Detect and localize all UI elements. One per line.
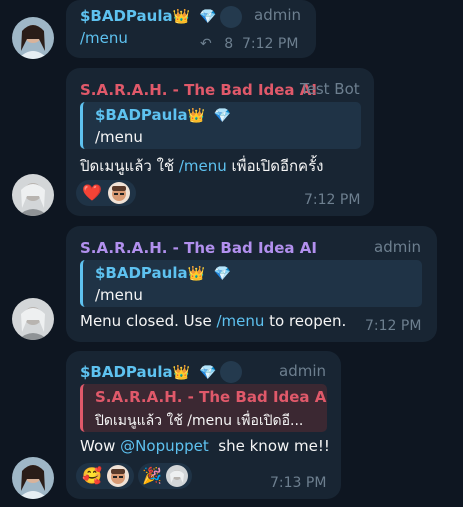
reactor-avatar: [166, 465, 188, 487]
avatar-badpaula[interactable]: [12, 457, 54, 499]
crown-emoji: 👑: [172, 9, 191, 25]
avatar-badpaula[interactable]: [12, 17, 54, 59]
reply-quote[interactable]: S.A.R.A.H. - The Bad Idea AI ปิดเมนูแล้ว…: [80, 384, 327, 432]
quote-sender: $BADPaula: [95, 264, 188, 282]
custom-emoji-icon: [220, 361, 242, 383]
message-bubble[interactable]: $BADPaula👑 💎 admin /menu ↶ 8 7:12 PM: [66, 0, 316, 58]
message-bubble[interactable]: S.A.R.A.H. - The Bad Idea AI Test Bot $B…: [66, 68, 374, 216]
message-bubble[interactable]: S.A.R.A.H. - The Bad Idea AI admin $BADP…: [66, 226, 437, 342]
sender-row: $BADPaula👑 💎: [80, 6, 217, 25]
reply-quote[interactable]: $BADPaula👑 💎 /menu: [80, 102, 361, 149]
text-part: ปิดเมนูแล้ว ใช้: [80, 157, 179, 175]
sender-row: $BADPaula👑 💎: [80, 362, 217, 381]
role-badge: admin: [279, 362, 326, 380]
reaction-chip[interactable]: ❤️: [76, 180, 136, 206]
message-time: 7:13 PM: [270, 475, 327, 491]
gem-emoji: 💎: [199, 9, 217, 25]
role-badge: Test Bot: [300, 80, 360, 98]
message-time: 7:12 PM: [242, 36, 299, 52]
avatar-sarah-bot[interactable]: [12, 174, 54, 216]
reply-arrow-icon: ↶: [200, 36, 212, 52]
crown-emoji: 👑: [187, 266, 206, 282]
sender-name[interactable]: S.A.R.A.H. - The Bad Idea AI: [80, 239, 317, 257]
reaction-chip[interactable]: 🎉: [138, 463, 192, 489]
text-part: Wow: [80, 437, 121, 455]
sender-name[interactable]: S.A.R.A.H. - The Bad Idea AI: [80, 81, 317, 99]
text-part: to reopen.: [264, 312, 347, 330]
command-link[interactable]: /menu: [216, 312, 264, 330]
sender-name[interactable]: $BADPaula: [80, 363, 173, 381]
text-part: เพื่อเปิดอีกครั้ง: [226, 157, 324, 175]
message-text: Menu closed. Use /menu to reopen.: [80, 312, 346, 330]
avatar-sarah-bot[interactable]: [12, 298, 54, 340]
quote-text: /menu: [95, 286, 143, 304]
role-badge: admin: [374, 238, 421, 256]
reply-counter[interactable]: ↶ 8: [200, 36, 233, 52]
quote-text: /menu: [95, 128, 143, 146]
custom-emoji-icon: [220, 6, 242, 28]
command-link[interactable]: /menu: [80, 29, 128, 47]
heart-reaction: ❤️: [82, 183, 102, 202]
gem-emoji: 💎: [213, 266, 232, 282]
message-bubble[interactable]: $BADPaula👑 💎 admin S.A.R.A.H. - The Bad …: [66, 351, 341, 499]
reply-count: 8: [224, 36, 234, 52]
quote-text: ปิดเมนูแล้ว ใช้ /menu เพื่อเปิดอี...: [95, 413, 304, 429]
text-part: Menu closed. Use: [80, 312, 217, 330]
message-text: /menu: [80, 29, 128, 47]
message-text: ปิดเมนูแล้ว ใช้ /menu เพื่อเปิดอีกครั้ง: [80, 154, 323, 178]
text-part: she know me!!: [208, 437, 330, 455]
mention-link[interactable]: @Nopuppet: [120, 437, 209, 455]
message-time: 7:12 PM: [365, 318, 422, 334]
command-link[interactable]: /menu: [179, 157, 227, 175]
message-time: 7:12 PM: [304, 192, 361, 208]
gem-emoji: 💎: [213, 108, 232, 124]
sender-name[interactable]: $BADPaula: [80, 7, 173, 25]
sender-row: S.A.R.A.H. - The Bad Idea AI: [80, 80, 317, 99]
crown-emoji: 👑: [187, 108, 206, 124]
message-text: Wow @Nopuppet she know me!!: [80, 437, 330, 455]
role-badge: admin: [254, 6, 301, 24]
crown-emoji: 👑: [172, 365, 191, 381]
reaction-chip[interactable]: 🥰: [76, 463, 134, 489]
reactor-avatar: [108, 182, 130, 204]
smiling-hearts-reaction: 🥰: [82, 466, 102, 485]
quote-sender: S.A.R.A.H. - The Bad Idea AI: [95, 388, 327, 406]
reactor-avatar: [107, 465, 129, 487]
gem-emoji: 💎: [199, 365, 217, 381]
sender-row: S.A.R.A.H. - The Bad Idea AI: [80, 238, 317, 257]
quote-sender: $BADPaula: [95, 106, 188, 124]
party-reaction: 🎉: [142, 466, 162, 485]
reply-quote[interactable]: $BADPaula👑 💎 /menu: [80, 260, 422, 307]
